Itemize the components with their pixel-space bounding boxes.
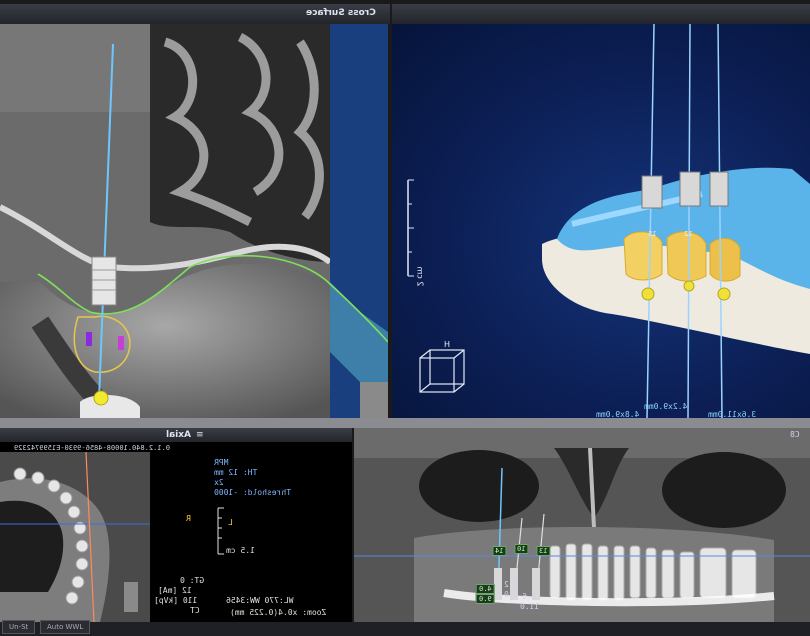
implant-tag-15: 15 [648,230,657,238]
cross-surface-titlebar: Cross Surface [0,4,390,24]
axial-zoom-line: Zoom: x0.4(0.225 mm) [230,608,327,617]
apex-marker [93,390,109,406]
pano-value-a1: 4.0 [476,584,495,594]
panoramic-view[interactable]: 14 10 13 4.0 9.0 4.2 9.0 3.6 11.0 C8 [354,428,810,622]
axial-wl-line: WL:770 WW:3456 [226,596,294,605]
horizontal-divider [0,418,810,428]
pano-implant-tag-3: 13 [536,546,551,556]
pano-value-c1: 3.6 [522,592,537,601]
pano-value-b2: 9.0 [504,590,519,599]
cross-surface-title: Cross Surface [306,8,376,18]
status-bar: Auto WWL Un-St [0,620,810,636]
axial-info-mpr: MPR [214,458,229,467]
pano-implant-tag-1: 14 [492,546,507,556]
axial-scale-label: 1.5 cm [226,546,255,555]
axial-view[interactable]: 0.1.2.840.10008-4856-9930-E1599742329 MP… [0,442,352,622]
axial-info-ma: 12 [mA] [158,586,192,595]
pano-corner-label: C8 [790,430,800,439]
axial-info-ct: CT [190,606,200,615]
pano-value-a2: 9.0 [476,594,495,604]
axial-title: Axial [166,430,192,440]
axial-info-threshold: Threshold: -1000 [214,488,292,497]
axial-info-zoom: 2x [214,478,224,487]
pano-implant-tag-2: 10 [514,544,529,554]
axial-scan-image [0,451,150,622]
orientation-label: H [444,340,451,349]
axial-menu-icon[interactable]: ≡ [196,428,204,442]
cross-section-image [0,22,388,418]
3d-model-view[interactable]: 2 cm H 15 12 4.2x9.0mm 4.8x9.0mm 3.6x11.… [392,24,810,418]
axial-info-gt: GT: 0 [180,576,205,585]
implant-tag-12: 12 [684,230,693,238]
scale-label: 2 cm [415,266,425,287]
orientation-cube-icon [419,349,465,393]
panoramic-scan-image [354,428,810,622]
axial-info-th: TH: 12 mm [214,468,258,477]
unst-button[interactable]: Un-St [2,620,36,634]
3d-model-image [407,24,810,418]
implant-size-1: 4.2x9.0mm [644,402,688,411]
implant-size-2: 4.8x9.0mm [596,410,640,418]
axial-titlebar: Axial ≡ [0,428,352,442]
3d-view-titlebar [392,4,810,24]
auto-wwl-button[interactable]: Auto WWL [40,620,91,634]
pano-value-b1: 4.2 [504,580,519,589]
marker-r: R [186,514,191,523]
implant-size-3: 3.6x11.0mm [708,410,757,418]
axial-info-area: MPR TH: 12 mm 2x Threshold: -1000 R L 1.… [150,454,352,622]
pano-value-c2: 11.0 [520,602,540,611]
axial-info-kvp: 110 [kVp] [154,596,198,605]
cross-section-view[interactable] [0,22,388,418]
